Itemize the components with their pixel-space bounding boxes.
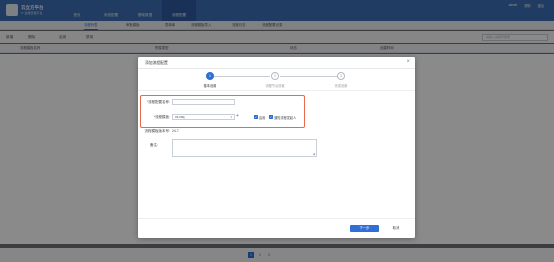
step-indicator: 1 2 3 基本设置 流程节点设置 完成设置 — [138, 72, 415, 90]
step-3-circle: 3 — [337, 72, 345, 80]
cancel-button[interactable]: 取消 — [386, 225, 406, 232]
footer-divider — [138, 218, 415, 219]
next-button[interactable]: 下一步 — [350, 225, 379, 232]
dialog-title: 添加流程配置 — [145, 60, 168, 65]
step-connector — [213, 75, 270, 77]
divider — [138, 90, 415, 91]
config-name-input[interactable] — [172, 98, 235, 105]
template-version-value: 24.7 — [172, 129, 179, 133]
template-version-label: 流程模板版本号: — [144, 129, 170, 133]
chevron-down-icon: ▾ — [230, 114, 232, 119]
remark-textarea[interactable] — [172, 139, 317, 157]
template-select[interactable]: cs-xaq ▾ — [172, 113, 235, 120]
step-connector — [280, 75, 338, 77]
config-name-label: *流程配置名称: — [146, 100, 170, 104]
add-template-icon[interactable]: + — [236, 113, 239, 119]
step-1-label: 基本设置 — [203, 84, 217, 88]
close-icon[interactable]: × — [406, 59, 410, 66]
enable-checkbox[interactable]: ✓ — [254, 114, 258, 119]
step-1-circle: 1 — [206, 72, 214, 80]
template-label: *流程模板: — [153, 115, 170, 119]
remark-label: 备注: — [150, 143, 158, 147]
step-3-label: 完成设置 — [334, 84, 348, 88]
step-2-circle: 2 — [271, 72, 279, 80]
resize-handle-icon — [312, 152, 315, 155]
add-process-config-dialog: 添加流程配置 × 1 2 3 基本设置 流程节点设置 完成设置 *流程配置名称:… — [138, 57, 415, 238]
notify-initiator-label: 通知流程发起人 — [274, 115, 297, 120]
dialog-header: 添加流程配置 × — [138, 57, 415, 69]
step-2-label: 流程节点设置 — [265, 84, 285, 88]
enable-checkbox-label: 启用 — [259, 115, 266, 120]
template-select-value: cs-xaq — [175, 114, 185, 119]
notify-initiator-checkbox[interactable]: ✓ — [269, 114, 273, 119]
